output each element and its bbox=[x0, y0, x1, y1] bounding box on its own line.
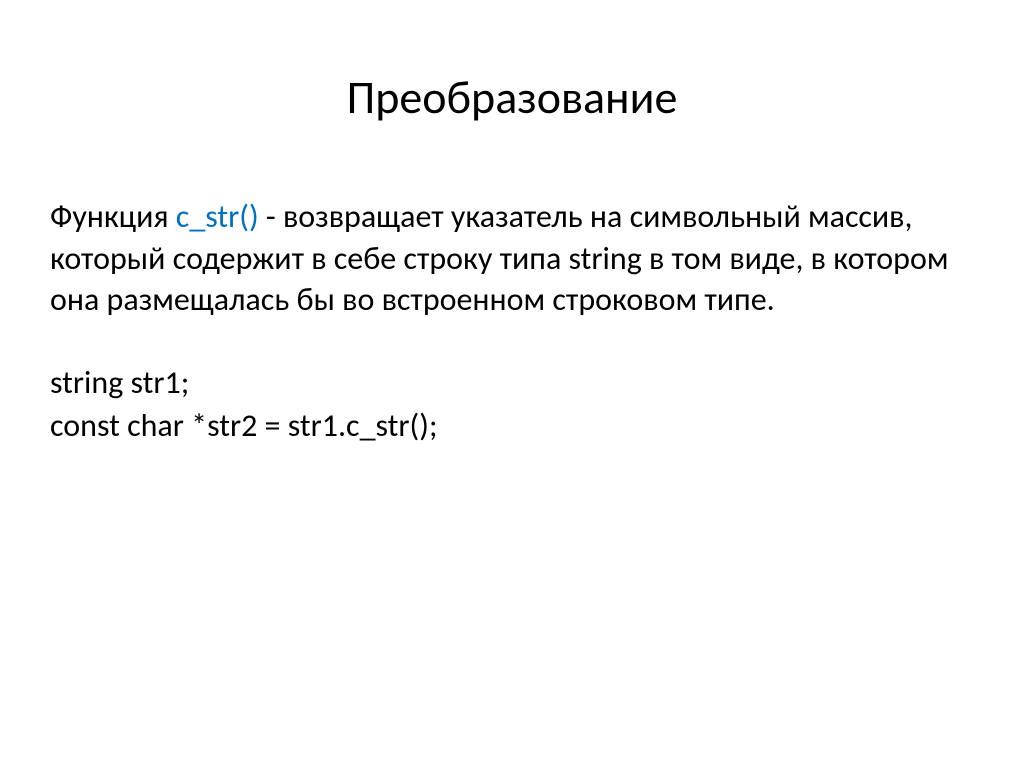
slide-container: Преобразование Функция с_str() - возвращ… bbox=[0, 0, 1024, 767]
code-example: string str1; const char *str2 = str1.c_s… bbox=[50, 361, 974, 447]
slide-title: Преобразование bbox=[50, 70, 974, 126]
code-line-1: string str1; bbox=[50, 361, 974, 404]
function-name-highlight: с_str() bbox=[176, 197, 259, 236]
paragraph-prefix: Функция bbox=[50, 197, 176, 236]
code-line-2: const char *str2 = str1.c_str(); bbox=[50, 404, 974, 447]
description-paragraph: Функция с_str() - возвращает указатель н… bbox=[50, 196, 974, 321]
slide-body: Функция с_str() - возвращает указатель н… bbox=[50, 196, 974, 447]
